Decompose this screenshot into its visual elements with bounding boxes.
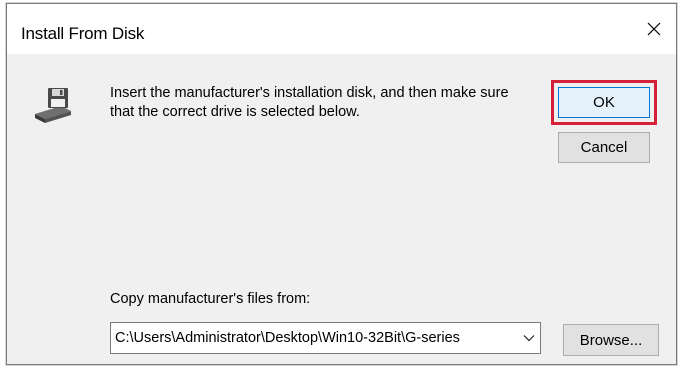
title-bar: Install From Disk — [7, 4, 676, 54]
copy-from-label: Copy manufacturer's files from: — [110, 291, 311, 307]
dialog-title: Install From Disk — [21, 24, 145, 43]
floppy-disk-drive-icon — [31, 84, 75, 128]
dropdown-button[interactable] — [518, 323, 540, 353]
install-from-disk-dialog: Install From Disk Insert the manufacture… — [6, 3, 677, 365]
cancel-button[interactable]: Cancel — [558, 132, 650, 163]
copy-from-path-combobox[interactable]: C:\Users\Administrator\Desktop\Win10-32B… — [110, 322, 541, 354]
close-icon — [647, 22, 661, 36]
browse-button[interactable]: Browse... — [563, 324, 659, 356]
instruction-message: Insert the manufacturer's installation d… — [110, 85, 509, 120]
copy-from-path-value[interactable]: C:\Users\Administrator\Desktop\Win10-32B… — [111, 330, 518, 346]
ok-button[interactable]: OK — [558, 87, 650, 118]
close-button[interactable] — [632, 4, 676, 54]
chevron-down-icon — [523, 335, 535, 342]
